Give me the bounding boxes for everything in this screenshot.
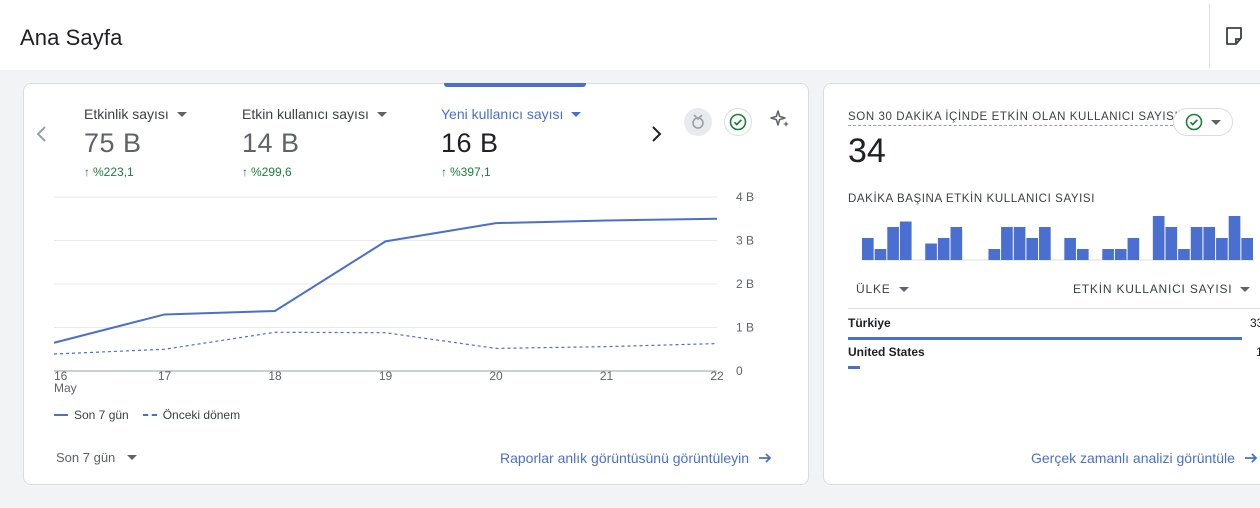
series-line-previous [53, 331, 718, 355]
x-tick-label: 21 [600, 369, 614, 383]
x-tick-sublabel: May [54, 381, 77, 395]
minute-bar [988, 249, 1001, 260]
y-tick-label: 2 B [736, 277, 754, 291]
arrow-right-icon [1244, 453, 1258, 463]
x-tick-label: 19 [379, 369, 393, 383]
minute-bar [1203, 227, 1216, 260]
view-realtime-link[interactable]: Gerçek zamanlı analizi görüntüle [1031, 450, 1259, 466]
minute-bar [1114, 249, 1127, 260]
minute-bar [937, 238, 950, 260]
minute-bar [899, 221, 912, 260]
overview-card: Etkinlik sayısı 75 B ↑ %223,1 Etkin kulla… [23, 83, 809, 485]
date-range-select[interactable]: Son 7 gün [56, 450, 138, 465]
minute-bar [1228, 216, 1241, 260]
page-header: Ana Sayfa [0, 0, 1260, 70]
minute-bar [1013, 227, 1026, 260]
minute-bar [1001, 227, 1013, 260]
x-tick-label: 18 [268, 369, 282, 383]
minute-bar [950, 227, 963, 260]
chart-legend: Son 7 gün Önceki dönem [54, 408, 240, 422]
minute-bar [1216, 238, 1228, 260]
series-line-current [53, 217, 718, 344]
realtime-card: SON 30 DAKİKA İÇİNDE ETKİN OLAN KULLANIC… [823, 83, 1260, 485]
arrow-right-icon [759, 453, 772, 463]
table-row-share-bar [848, 366, 861, 369]
x-tick-label: 20 [489, 369, 503, 383]
table-row-country: Türkiye [848, 316, 891, 330]
table-row-share-bar [848, 337, 1242, 340]
per-minute-bar-chart [862, 216, 1254, 261]
minute-bar [1127, 238, 1140, 260]
minute-bar [1039, 227, 1051, 260]
minute-bar [1165, 227, 1178, 260]
minute-bar [1241, 238, 1253, 260]
minute-bar [874, 249, 887, 260]
minute-bar [1190, 227, 1203, 260]
line-chart: 01 B2 B3 B4 B16 17 18 19 20 21 22May [53, 190, 754, 395]
minute-bar [887, 227, 899, 260]
column-header-country[interactable]: ÜLKE [856, 282, 909, 296]
minute-bar [1152, 216, 1165, 260]
minute-bar [1026, 238, 1039, 260]
y-tick-label: 3 B [736, 234, 754, 248]
y-tick-label: 1 B [736, 321, 754, 335]
table-row-country: United States [848, 345, 925, 359]
minute-bar [925, 243, 937, 260]
y-tick-label: 4 B [736, 190, 754, 204]
minute-bar [1178, 249, 1190, 260]
legend-item-previous: Önceki dönem [142, 408, 240, 422]
view-reports-snapshot-link[interactable]: Raporlar anlık görüntüsünü görüntüleyin [500, 450, 773, 466]
minute-bar [1076, 249, 1089, 260]
minute-bar [1064, 238, 1076, 260]
page-title: Ana Sayfa [20, 25, 123, 50]
table-row-value: 33 [1250, 316, 1260, 330]
minute-bar [1102, 249, 1114, 260]
caret-down-icon [127, 455, 138, 460]
caret-down-icon [1240, 286, 1251, 292]
minute-bar [862, 238, 874, 260]
sticky-note-icon[interactable] [1222, 24, 1246, 48]
legend-item-current: Son 7 gün [54, 408, 129, 422]
table-row-value: 1 [1256, 345, 1260, 359]
column-header-active-users[interactable]: ETKİN KULLANICI SAYISI [1073, 282, 1251, 296]
y-tick-label: 0 [736, 364, 743, 378]
x-tick-label: 22 [710, 369, 724, 383]
table-divider [848, 308, 1260, 309]
header-divider [1209, 4, 1210, 68]
x-tick-label: 17 [158, 369, 172, 383]
caret-down-icon [898, 286, 909, 292]
